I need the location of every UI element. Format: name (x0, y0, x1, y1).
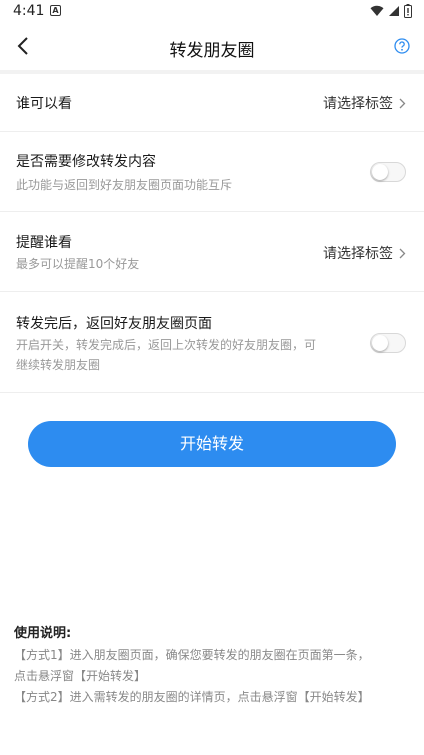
usage-line-2: 点击悬浮窗【开始转发】 (14, 669, 147, 683)
who-can-see-row[interactable]: 谁可以看 请选择标签 (0, 74, 424, 132)
battery-icon (404, 4, 412, 18)
return-moments-hint-line1: 开启开关，转发完成后，返回上次转发的好友朋友圈，可 (16, 338, 317, 352)
wifi-icon (370, 5, 384, 17)
return-moments-label: 转发完后，返回好友朋友圈页面 (16, 316, 212, 332)
who-can-see-value: 请选择标签 (323, 96, 393, 112)
who-can-see-label: 谁可以看 (16, 96, 72, 112)
toggle-knob (372, 335, 388, 351)
usage-title: 使用说明: (14, 626, 72, 641)
help-icon[interactable] (394, 38, 410, 54)
start-forward-button[interactable]: 开始转发 (28, 421, 396, 467)
page-title: 转发朋友圈 (169, 41, 255, 61)
modify-content-toggle[interactable] (370, 162, 406, 182)
return-moments-hint-line2: 继续转发朋友圈 (16, 358, 101, 372)
status-icons (370, 4, 412, 18)
status-bar: 4:41 A (0, 0, 424, 24)
modify-content-label: 是否需要修改转发内容 (16, 154, 156, 170)
who-can-see-selector[interactable]: 请选择标签 (323, 93, 406, 113)
chevron-right-icon (399, 248, 406, 258)
notification-a-icon: A (50, 5, 61, 16)
signal-icon (389, 6, 399, 16)
remind-who-label: 提醒谁看 (16, 235, 72, 251)
remind-who-value: 请选择标签 (323, 246, 393, 262)
remind-who-hint: 最多可以提醒10个好友 (16, 257, 140, 271)
usage-line-3: 【方式2】进入需转发的朋友圈的详情页，点击悬浮窗【开始转发】 (14, 690, 370, 704)
status-time: 4:41 (13, 3, 45, 19)
remind-who-row[interactable]: 提醒谁看 最多可以提醒10个好友 请选择标签 (0, 212, 424, 292)
return-moments-toggle[interactable] (370, 333, 406, 353)
nav-bar: 转发朋友圈 (0, 24, 424, 70)
modify-content-row: 是否需要修改转发内容 此功能与返回到好友朋友圈页面功能互斥 (0, 132, 424, 212)
usage-line-1: 【方式1】进入朋友圈页面，确保您要转发的朋友圈在页面第一条， (14, 648, 370, 662)
toggle-knob (372, 164, 388, 180)
return-moments-row: 转发完后，返回好友朋友圈页面 开启开关，转发完成后，返回上次转发的好友朋友圈，可… (0, 292, 424, 393)
remind-who-selector[interactable]: 请选择标签 (323, 243, 406, 263)
chevron-right-icon (399, 98, 406, 108)
modify-content-hint: 此功能与返回到好友朋友圈页面功能互斥 (16, 178, 233, 192)
